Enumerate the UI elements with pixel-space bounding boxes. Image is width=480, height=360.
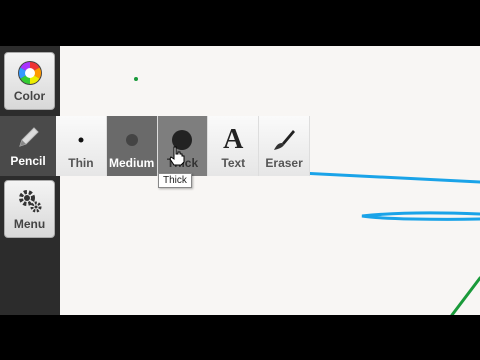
text-label: Text [221, 156, 246, 170]
pencil-button[interactable]: Pencil [0, 116, 56, 176]
color-button[interactable]: Color [4, 52, 55, 110]
menu-button[interactable]: Menu [4, 180, 55, 238]
green-dot-stroke [134, 77, 138, 81]
medium-label: Medium [109, 156, 155, 170]
blue-stroke [298, 171, 480, 184]
size-medium-button[interactable]: Medium [106, 116, 158, 176]
blue-loop-stroke [361, 211, 480, 221]
gear-icon [18, 189, 41, 212]
menu-label: Menu [13, 216, 46, 231]
hand-cursor-icon [169, 146, 185, 166]
eraser-label: Eraser [265, 156, 303, 170]
drawing-canvas[interactable] [0, 46, 480, 315]
thick-tooltip: Thick [158, 173, 192, 188]
pencil-label: Pencil [10, 153, 46, 168]
text-a-icon: A [223, 124, 244, 155]
eraser-tool-button[interactable]: Eraser [259, 116, 310, 176]
pencil-icon [19, 126, 39, 147]
medium-dot-icon [125, 134, 138, 146]
green-stroke [450, 276, 480, 315]
eraser-brush-icon [274, 130, 296, 150]
toolbar-sidebar: Color Pencil Menu [0, 46, 60, 315]
thin-dot-icon [78, 137, 84, 143]
color-wheel-icon [17, 60, 42, 85]
color-label: Color [13, 88, 46, 103]
size-thin-button[interactable]: Thin [56, 116, 107, 176]
text-tool-button[interactable]: A Text [208, 116, 260, 176]
drawing-app: Color Pencil Menu Thin Medium A Text Era… [0, 46, 480, 315]
thin-label: Thin [68, 156, 94, 170]
